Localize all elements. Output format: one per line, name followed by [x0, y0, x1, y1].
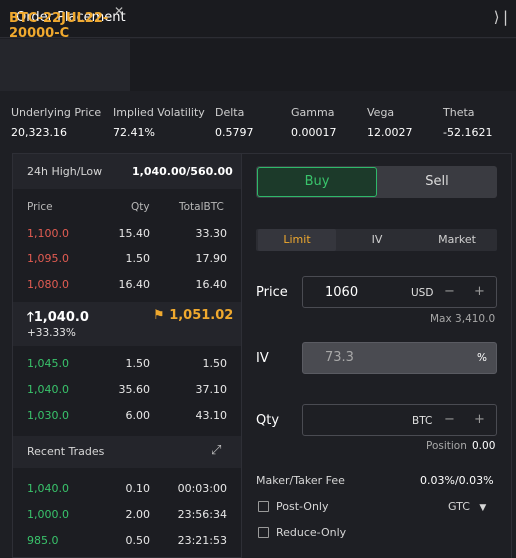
- greeks-strip: [0, 91, 516, 153]
- instrument-tab[interactable]: [0, 39, 130, 91]
- column-header-price: Price: [27, 201, 53, 213]
- bid-total: 37.10: [195, 383, 228, 396]
- tab-iv[interactable]: IV: [338, 229, 416, 251]
- greek-label-gamma: Gamma: [291, 106, 335, 119]
- expand-icon[interactable]: ⤢: [211, 443, 221, 458]
- mark-price: ⚑ 1,051.02: [153, 308, 233, 323]
- qty-increment-button[interactable]: +: [474, 412, 485, 427]
- bid-qty: 6.00: [125, 409, 151, 422]
- bid-price[interactable]: 1,030.0: [27, 409, 69, 422]
- ask-qty: 15.40: [118, 227, 151, 240]
- ask-price[interactable]: 1,100.0: [27, 227, 69, 240]
- bid-qty: 1.50: [125, 357, 151, 370]
- max-price-hint: Max 3,410.0: [430, 313, 496, 325]
- sell-button[interactable]: Sell: [377, 167, 497, 197]
- reduce-only-label[interactable]: Reduce-Only: [276, 526, 346, 539]
- ask-price[interactable]: 1,095.0: [27, 252, 69, 265]
- column-header-total: TotalBTC: [179, 201, 224, 213]
- flag-icon: ⚑: [153, 308, 165, 323]
- iv-value: 73.3: [325, 350, 354, 365]
- trade-price: 1,000.0: [27, 508, 69, 521]
- greek-value-vega: 12.0027: [367, 126, 413, 139]
- bid-price[interactable]: 1,045.0: [27, 357, 69, 370]
- collapse-panel-icon[interactable]: ⟩|: [492, 8, 510, 26]
- bid-price[interactable]: 1,040.0: [27, 383, 69, 396]
- greek-value-gamma: 0.00017: [291, 126, 337, 139]
- trade-price: 1,040.0: [27, 482, 69, 495]
- greek-value-iv: 72.41%: [113, 126, 155, 139]
- qty-input[interactable]: [302, 404, 497, 436]
- recent-trades-title: Recent Trades: [27, 445, 105, 458]
- mark-price-value: 1,051.02: [169, 308, 234, 323]
- arrow-up-icon: 🡑: [27, 310, 34, 325]
- ask-price[interactable]: 1,080.0: [27, 278, 69, 291]
- greek-label-iv: Implied Volatility: [113, 106, 205, 119]
- tab-market[interactable]: Market: [418, 229, 496, 251]
- greek-label-delta: Delta: [215, 106, 245, 119]
- trade-qty: 0.50: [125, 534, 151, 547]
- position-value: 0.00: [472, 440, 496, 452]
- greek-label-underlying: Underlying Price: [11, 106, 102, 119]
- greek-value-underlying: 20,323.16: [11, 126, 67, 139]
- bid-qty: 35.60: [118, 383, 151, 396]
- qty-decrement-button[interactable]: −: [444, 412, 455, 427]
- trade-time: 23:56:34: [177, 508, 227, 521]
- trade-time: 23:21:53: [177, 534, 227, 547]
- price-unit: USD: [411, 287, 434, 299]
- trade-qty: 2.00: [125, 508, 151, 521]
- high-low-label: 24h High/Low: [27, 165, 103, 178]
- price-decrement-button[interactable]: −: [444, 284, 455, 299]
- greek-value-theta: -52.1621: [443, 126, 493, 139]
- ask-qty: 16.40: [118, 278, 151, 291]
- tab-limit[interactable]: Limit: [258, 229, 336, 251]
- fee-value: 0.03%/0.03%: [420, 474, 494, 487]
- close-icon[interactable]: ✕: [114, 4, 124, 18]
- price-increment-button[interactable]: +: [474, 284, 485, 299]
- qty-unit: BTC: [412, 415, 433, 427]
- orderbook-panel: [12, 153, 242, 558]
- time-in-force-select[interactable]: GTC ▼: [448, 500, 486, 513]
- reduce-only-checkbox[interactable]: [258, 527, 269, 538]
- post-only-label[interactable]: Post-Only: [276, 500, 329, 513]
- trade-qty: 0.10: [125, 482, 151, 495]
- chevron-down-icon[interactable]: ▼: [479, 503, 486, 513]
- trade-price: 985.0: [27, 534, 59, 547]
- iv-unit: %: [477, 352, 487, 364]
- qty-label: Qty: [256, 413, 280, 428]
- last-price-value: 1,040.0: [33, 310, 89, 325]
- buy-button[interactable]: Buy: [257, 167, 377, 197]
- greek-label-vega: Vega: [367, 106, 395, 119]
- ask-total: 16.40: [195, 278, 228, 291]
- column-header-qty: Qty: [131, 201, 150, 213]
- price-value[interactable]: 1060: [325, 285, 358, 300]
- greek-value-delta: 0.5797: [215, 126, 254, 139]
- instrument-tab-label[interactable]: BTC-22JUL22-20000-C: [9, 11, 109, 41]
- ask-total: 17.90: [195, 252, 228, 265]
- time-in-force-value[interactable]: GTC: [448, 500, 470, 513]
- ask-qty: 1.50: [125, 252, 151, 265]
- post-only-checkbox[interactable]: [258, 501, 269, 512]
- greek-label-theta: Theta: [443, 106, 475, 119]
- price-label: Price: [256, 285, 288, 300]
- bid-total: 1.50: [202, 357, 228, 370]
- fee-label: Maker/Taker Fee: [256, 474, 345, 487]
- bid-total: 43.10: [195, 409, 228, 422]
- high-low-value: 1,040.00/560.00: [132, 165, 233, 178]
- price-change: +33.33%: [27, 327, 76, 339]
- ask-total: 33.30: [195, 227, 228, 240]
- trade-time: 00:03:00: [177, 482, 227, 495]
- position-label: Position: [426, 440, 467, 452]
- iv-label: IV: [256, 351, 269, 366]
